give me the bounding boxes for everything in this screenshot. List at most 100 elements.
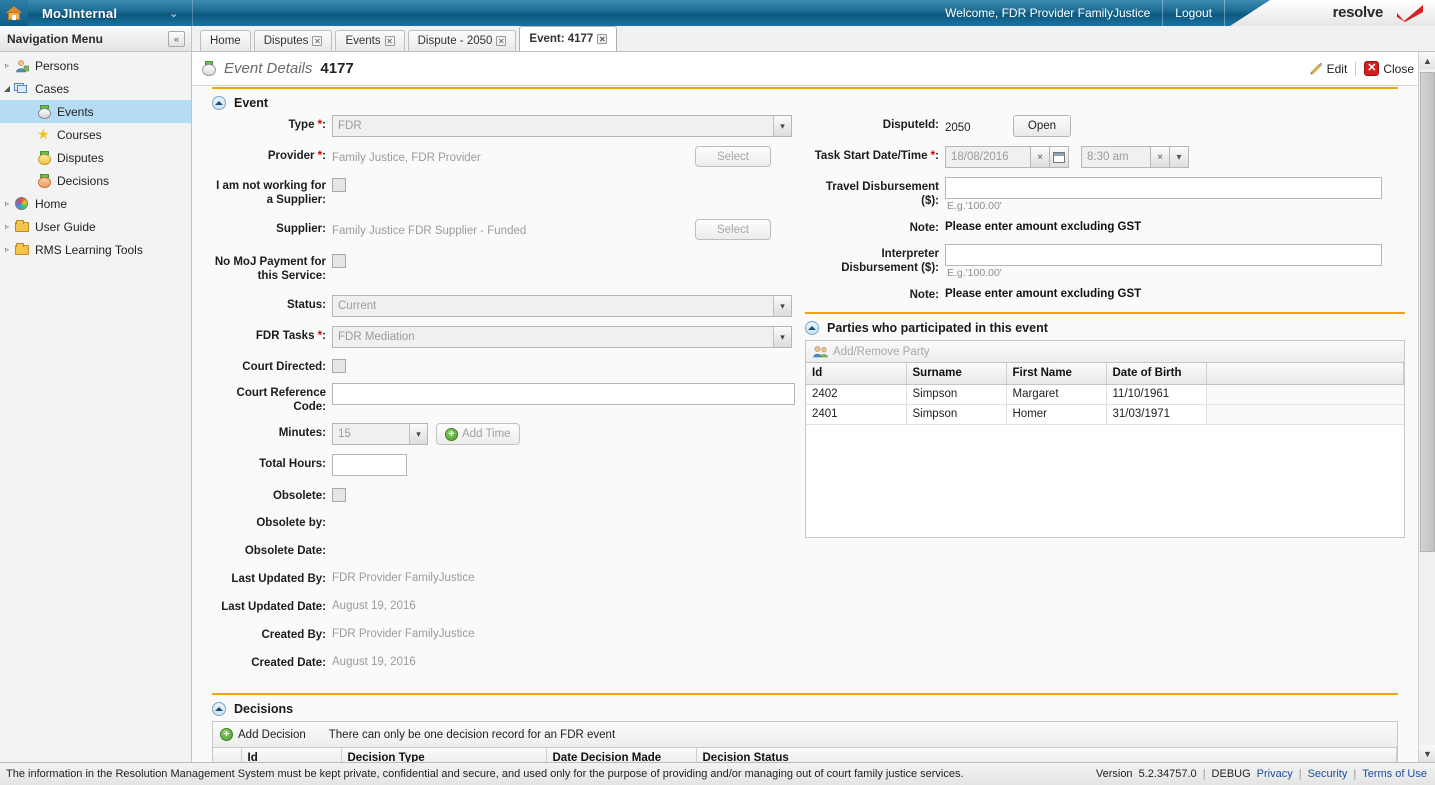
provider-select-button[interactable]: Select xyxy=(695,146,771,167)
close-button[interactable]: ✕ Close xyxy=(1356,61,1422,76)
globe-icon xyxy=(14,196,31,212)
sidebar-item-courses[interactable]: ★ Courses xyxy=(0,123,191,146)
collapse-sidebar-button[interactable]: « xyxy=(168,30,185,47)
fdr-tasks-select[interactable]: FDR Mediation ▾ xyxy=(332,326,792,348)
section-header-decisions: Decisions xyxy=(192,695,1418,721)
privacy-link[interactable]: Privacy xyxy=(1257,768,1293,780)
chevron-down-icon[interactable]: ⌄ xyxy=(169,7,178,20)
chevron-down-icon[interactable]: ▾ xyxy=(773,327,791,347)
supplier-value: Family Justice FDR Supplier - Funded xyxy=(332,225,527,237)
type-label: Type xyxy=(288,119,315,131)
sidebar-item-rms-learning-tools[interactable]: ▹ RMS Learning Tools xyxy=(0,238,191,261)
sidebar-item-cases[interactable]: ◢ Cases xyxy=(0,77,191,100)
expander-icon[interactable]: ◢ xyxy=(0,84,14,93)
type-select[interactable]: FDR ▾ xyxy=(332,115,792,137)
task-date-input[interactable]: 18/08/2016 xyxy=(945,146,1031,168)
chevron-down-icon[interactable]: ▾ xyxy=(409,424,427,444)
divider: | xyxy=(1353,768,1357,780)
minutes-select[interactable]: 15 ▾ xyxy=(332,423,428,445)
tab-label: Dispute - 2050 xyxy=(417,35,493,47)
travel-disbursement-input[interactable] xyxy=(945,177,1382,199)
collapse-decisions-icon[interactable] xyxy=(212,702,226,716)
task-time-input[interactable]: 8:30 am xyxy=(1081,146,1151,168)
column-header-id[interactable]: Id xyxy=(806,363,907,385)
column-header-decision-status[interactable]: Decision Status xyxy=(696,748,1397,762)
column-header-id[interactable]: Id xyxy=(241,748,342,762)
chevron-down-icon[interactable]: ▾ xyxy=(773,116,791,136)
tab-disputes[interactable]: Disputes ✕ xyxy=(253,30,333,51)
content-scrollbar[interactable]: ▲ ▼ xyxy=(1418,52,1435,762)
scroll-up-button[interactable]: ▲ xyxy=(1419,52,1435,69)
expander-icon[interactable]: ▹ xyxy=(0,61,14,70)
supplier-select-button[interactable]: Select xyxy=(695,219,771,240)
home-icon-button[interactable] xyxy=(0,0,28,26)
scroll-down-button[interactable]: ▼ xyxy=(1419,745,1435,762)
field-fdr-tasks: FDR Tasks *: FDR Mediation ▾ xyxy=(212,326,795,348)
interpreter-disbursement-input[interactable] xyxy=(945,244,1382,266)
clear-time-button[interactable]: × xyxy=(1151,146,1170,168)
cases-icon xyxy=(14,81,31,97)
tab-close-icon[interactable]: ✕ xyxy=(384,36,395,46)
sidebar-item-disputes[interactable]: Disputes xyxy=(0,146,191,169)
brand-logo: resolve xyxy=(1230,0,1435,26)
tab-bar: Home Disputes ✕ Events ✕ Dispute - 2050 ✕ Event… xyxy=(192,26,1435,52)
sidebar-item-decisions[interactable]: Decisions xyxy=(0,169,191,192)
column-header-dob[interactable]: Date of Birth xyxy=(1106,363,1207,385)
court-ref-input[interactable] xyxy=(332,383,795,405)
tab-event-4177[interactable]: Event: 4177 ✕ xyxy=(519,26,618,51)
column-header-blank xyxy=(1206,363,1404,385)
party-first-name: Margaret xyxy=(1006,384,1107,405)
open-dispute-button[interactable]: Open xyxy=(1013,115,1071,137)
sidebar-item-user-guide[interactable]: ▹ User Guide xyxy=(0,215,191,238)
expander-icon[interactable]: ▹ xyxy=(0,199,14,208)
sidebar-item-label: Persons xyxy=(35,58,80,73)
task-start-label: Task Start Date/Time xyxy=(814,150,928,162)
calendar-button[interactable] xyxy=(1050,146,1069,168)
divider: | xyxy=(1298,768,1302,780)
security-link[interactable]: Security xyxy=(1308,768,1348,780)
field-obsolete-by: Obsolete by: xyxy=(212,513,795,530)
field-created-date: Created Date: August 19, 2016 xyxy=(212,653,795,670)
collapse-event-icon[interactable] xyxy=(212,96,226,110)
status-select[interactable]: Current ▾ xyxy=(332,295,792,317)
sidebar-item-home[interactable]: ▹ Home xyxy=(0,192,191,215)
logout-link[interactable]: Logout xyxy=(1163,6,1224,20)
tab-events[interactable]: Events ✕ xyxy=(335,30,405,51)
table-row[interactable]: 2402 Simpson Margaret 11/10/1961 xyxy=(806,384,1404,405)
column-header-first-name[interactable]: First Name xyxy=(1006,363,1107,385)
table-row[interactable]: 2401 Simpson Homer 31/03/1971 xyxy=(806,404,1404,425)
tab-close-icon[interactable]: ✕ xyxy=(312,36,323,46)
tab-home[interactable]: Home xyxy=(200,30,251,51)
add-time-button[interactable]: + Add Time xyxy=(436,423,520,445)
close-label: Close xyxy=(1383,61,1414,76)
tab-close-icon[interactable]: ✕ xyxy=(496,36,507,46)
column-header-decision-type[interactable]: Decision Type xyxy=(341,748,547,762)
add-remove-party-button[interactable]: Add/Remove Party xyxy=(833,346,930,358)
sidebar-item-events[interactable]: Events xyxy=(0,100,191,123)
total-hours-input[interactable] xyxy=(332,454,407,476)
obsolete-checkbox[interactable] xyxy=(332,488,346,502)
column-header-surname[interactable]: Surname xyxy=(906,363,1007,385)
decisions-toolbar: + Add Decision There can only be one dec… xyxy=(213,722,1397,748)
scrollbar-thumb[interactable] xyxy=(1420,72,1435,552)
tab-close-icon[interactable]: ✕ xyxy=(597,34,608,44)
field-label: Task Start Date/Time *: xyxy=(814,150,939,162)
chevron-down-icon[interactable]: ▾ xyxy=(773,296,791,316)
no-moj-checkbox[interactable] xyxy=(332,254,346,268)
add-decision-button[interactable]: Add Decision xyxy=(238,729,306,741)
collapse-parties-icon[interactable] xyxy=(805,321,819,335)
terms-link[interactable]: Terms of Use xyxy=(1362,768,1427,780)
edit-button[interactable]: Edit xyxy=(1301,62,1356,76)
clear-date-button[interactable]: × xyxy=(1031,146,1050,168)
sidebar-item-persons[interactable]: ▹ Persons xyxy=(0,54,191,77)
not-working-checkbox[interactable] xyxy=(332,178,346,192)
column-header-date-decision-made[interactable]: Date Decision Made xyxy=(546,748,697,762)
tab-dispute-2050[interactable]: Dispute - 2050 ✕ xyxy=(407,30,517,51)
court-directed-checkbox[interactable] xyxy=(332,359,346,373)
disc-green-icon xyxy=(36,104,53,120)
disc-yellow-icon xyxy=(36,150,53,166)
expander-icon[interactable]: ▹ xyxy=(0,222,14,231)
chevron-down-icon[interactable]: ▾ xyxy=(1170,146,1189,168)
field-label: Type *: xyxy=(288,119,326,131)
expander-icon[interactable]: ▹ xyxy=(0,245,14,254)
